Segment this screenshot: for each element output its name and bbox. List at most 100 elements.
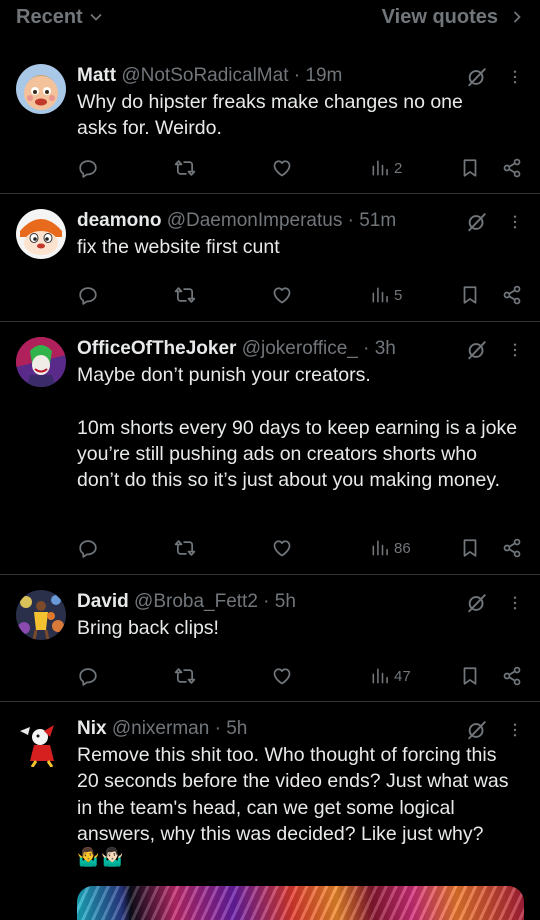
retweet-icon xyxy=(174,157,196,179)
sort-label: Recent xyxy=(16,5,83,28)
bookmark-button[interactable] xyxy=(459,535,481,561)
more-icon[interactable] xyxy=(506,213,524,231)
tweet-item[interactable]: Nix @nixerman · 5h Remove this shit too.… xyxy=(0,702,540,920)
retweet-button[interactable] xyxy=(174,663,196,689)
tweet-item[interactable]: deamono @DaemonImperatus · 51m fix the w… xyxy=(0,194,540,322)
reply-icon xyxy=(77,665,99,687)
display-name[interactable]: David xyxy=(77,591,129,612)
share-icon xyxy=(501,157,523,179)
share-button[interactable] xyxy=(501,282,523,308)
views-button[interactable]: 47 xyxy=(370,663,411,689)
avatar[interactable] xyxy=(16,590,66,640)
heart-icon xyxy=(271,284,293,306)
timestamp[interactable]: 51m xyxy=(359,210,396,231)
separator: · xyxy=(209,718,227,739)
grok-icon[interactable] xyxy=(466,592,488,614)
more-icon[interactable] xyxy=(506,721,524,739)
retweet-icon xyxy=(174,665,196,687)
tweet-item[interactable]: OfficeOfTheJoker @jokeroffice_ · 3h Mayb… xyxy=(0,322,540,575)
display-name[interactable]: deamono xyxy=(77,210,161,231)
display-name[interactable]: Nix xyxy=(77,718,107,739)
action-bar: 86 xyxy=(77,535,527,561)
bookmark-icon xyxy=(459,157,481,179)
bookmark-icon xyxy=(459,665,481,687)
grok-icon[interactable] xyxy=(466,719,488,741)
tweet-text: Bring back clips! xyxy=(77,617,219,639)
retweet-icon xyxy=(174,537,196,559)
tweet-media[interactable] xyxy=(77,886,524,920)
separator: · xyxy=(342,210,360,231)
more-icon[interactable] xyxy=(506,594,524,612)
views-icon xyxy=(370,538,390,558)
heart-icon xyxy=(271,537,293,559)
top-bar: Recent View quotes xyxy=(0,0,540,34)
action-bar: 2 xyxy=(77,155,527,181)
separator: · xyxy=(257,591,275,612)
bookmark-button[interactable] xyxy=(459,155,481,181)
view-count: 5 xyxy=(394,286,403,304)
retweet-button[interactable] xyxy=(174,282,196,308)
tweet-text: Maybe don’t punish your creators. 10m sh… xyxy=(77,364,518,492)
view-quotes-link[interactable]: View quotes xyxy=(382,6,524,29)
timestamp[interactable]: 5h xyxy=(226,718,247,739)
user-handle[interactable]: @nixerman xyxy=(112,718,209,739)
bookmark-button[interactable] xyxy=(459,282,481,308)
bookmark-icon xyxy=(459,537,481,559)
tweet-header: deamono @DaemonImperatus · 51m xyxy=(77,208,520,234)
tweet-item[interactable]: Matt @NotSoRadicalMat · 19m Why do hipst… xyxy=(0,48,540,194)
views-button[interactable]: 5 xyxy=(370,282,402,308)
timestamp[interactable]: 19m xyxy=(305,65,342,86)
grok-icon[interactable] xyxy=(466,339,488,361)
more-icon[interactable] xyxy=(506,341,524,359)
tweet-header: David @Broba_Fett2 · 5h xyxy=(77,589,520,615)
action-bar: 47 xyxy=(77,663,527,689)
avatar[interactable] xyxy=(16,337,66,387)
share-button[interactable] xyxy=(501,155,523,181)
user-handle[interactable]: @jokeroffice_ xyxy=(242,338,358,359)
grok-icon[interactable] xyxy=(466,211,488,233)
timestamp[interactable]: 5h xyxy=(275,591,296,612)
more-icon[interactable] xyxy=(506,68,524,86)
avatar[interactable] xyxy=(16,209,66,259)
chevron-right-icon xyxy=(513,11,521,23)
like-button[interactable] xyxy=(271,663,293,689)
reply-icon xyxy=(77,284,99,306)
sort-dropdown[interactable]: Recent xyxy=(16,6,103,29)
views-icon xyxy=(370,158,390,178)
avatar[interactable] xyxy=(16,717,66,767)
reply-button[interactable] xyxy=(77,282,99,308)
views-button[interactable]: 86 xyxy=(370,535,411,561)
like-button[interactable] xyxy=(271,535,293,561)
share-button[interactable] xyxy=(501,535,523,561)
retweet-button[interactable] xyxy=(174,535,196,561)
user-handle[interactable]: @Broba_Fett2 xyxy=(134,591,258,612)
share-button[interactable] xyxy=(501,663,523,689)
user-handle[interactable]: @NotSoRadicalMat xyxy=(121,65,288,86)
reply-button[interactable] xyxy=(77,663,99,689)
tweet-header: Nix @nixerman · 5h xyxy=(77,716,520,742)
reply-button[interactable] xyxy=(77,155,99,181)
heart-icon xyxy=(271,665,293,687)
display-name[interactable]: OfficeOfTheJoker xyxy=(77,338,236,359)
bookmark-button[interactable] xyxy=(459,663,481,689)
timestamp[interactable]: 3h xyxy=(375,338,396,359)
reply-icon xyxy=(77,157,99,179)
grok-icon[interactable] xyxy=(466,66,488,88)
view-count: 2 xyxy=(394,159,403,177)
reply-button[interactable] xyxy=(77,535,99,561)
views-icon xyxy=(370,666,390,686)
avatar[interactable] xyxy=(16,64,66,114)
like-button[interactable] xyxy=(271,155,293,181)
like-button[interactable] xyxy=(271,282,293,308)
tweet-header: Matt @NotSoRadicalMat · 19m xyxy=(77,63,520,89)
separator: · xyxy=(357,338,375,359)
view-quotes-label: View quotes xyxy=(381,5,498,28)
share-icon xyxy=(501,284,523,306)
tweet-item[interactable]: David @Broba_Fett2 · 5h Bring back clips… xyxy=(0,575,540,702)
user-handle[interactable]: @DaemonImperatus xyxy=(167,210,343,231)
display-name[interactable]: Matt xyxy=(77,65,116,86)
separator: · xyxy=(288,65,306,86)
views-button[interactable]: 2 xyxy=(370,155,402,181)
retweet-button[interactable] xyxy=(174,155,196,181)
views-icon xyxy=(370,285,390,305)
